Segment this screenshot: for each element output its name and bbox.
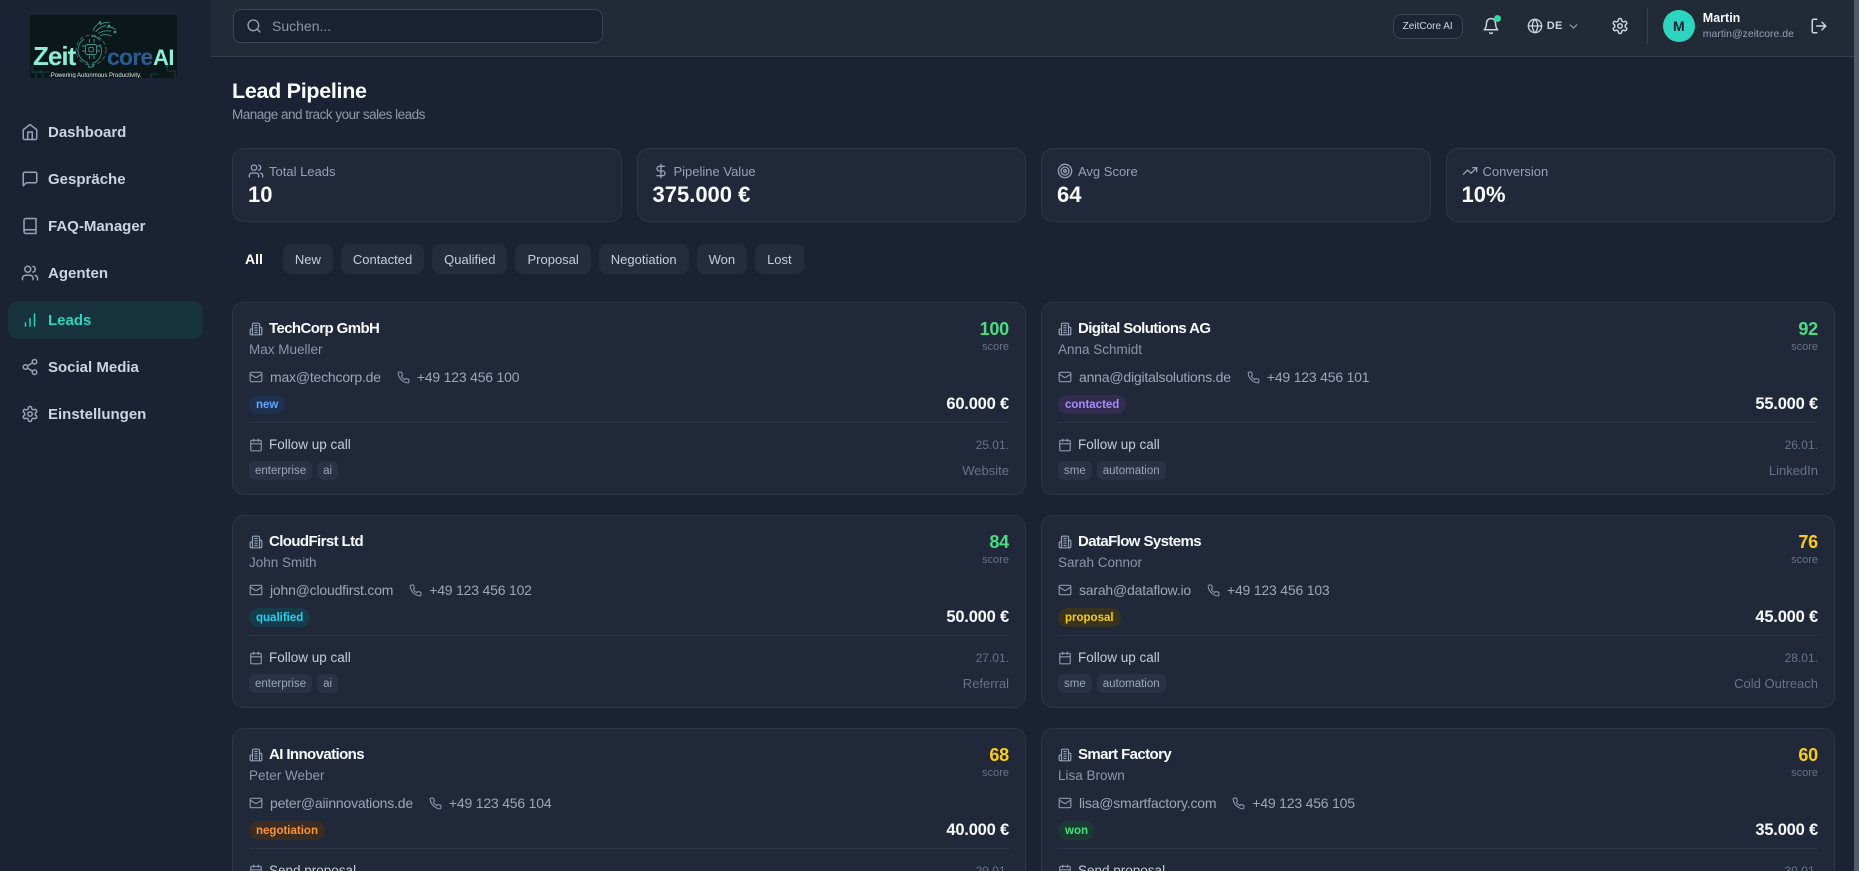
svg-text:Zeit: Zeit bbox=[33, 41, 77, 71]
svg-text:core: core bbox=[107, 44, 152, 70]
svg-text:AI: AI bbox=[153, 45, 174, 70]
svg-text:Powering Autonmous Productivit: Powering Autonmous Productivity. bbox=[51, 73, 142, 78]
